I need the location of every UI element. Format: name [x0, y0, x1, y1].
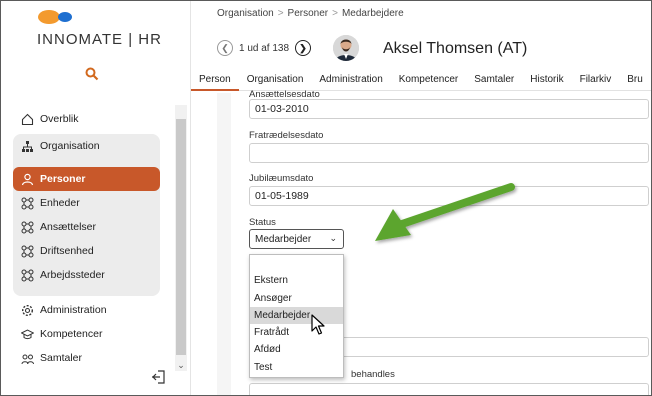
status-option[interactable]: Fratrådt	[250, 324, 343, 341]
jubilaeumsdato-label: Jubilæumsdato	[249, 173, 314, 184]
next-record-button[interactable]: ❯	[295, 40, 312, 56]
logo-mark-icon	[38, 10, 72, 24]
sidebar: INNOMATE | HR Overblik Organisation Pers…	[1, 1, 191, 395]
scrollbar-thumb[interactable]	[176, 119, 186, 355]
sidebar-item-label: Enheder	[40, 197, 80, 209]
status-select-value: Medarbejder	[255, 234, 312, 245]
nav-org-items: Personer Enheder Ansættelser Driftsenhed	[13, 167, 160, 287]
logo-text: INNOMATE | HR	[37, 31, 162, 48]
fratraedelsesdato-label: Fratrædelsesdato	[249, 130, 324, 141]
sidebar-item-label: Overblik	[40, 113, 79, 125]
status-option[interactable]	[250, 255, 343, 272]
nodes-icon	[20, 268, 34, 282]
status-option[interactable]: Ansøger	[250, 290, 343, 307]
status-dropdown: Ekstern Ansøger Medarbejder Fratrådt Afd…	[249, 254, 344, 378]
nodes-icon	[20, 196, 34, 210]
nav-bottom: Administration Kompetencer Samtaler	[13, 298, 173, 370]
sidebar-item-label: Ansættelser	[40, 221, 97, 233]
people-chat-icon	[20, 351, 34, 365]
sidebar-item-personer[interactable]: Personer	[13, 167, 160, 191]
sidebar-item-label: Arbejdssteder	[40, 269, 105, 281]
behandles-label-fragment: behandles	[351, 369, 395, 380]
person-icon	[20, 172, 34, 186]
chevron-down-icon[interactable]: ⌄	[176, 359, 186, 371]
breadcrumb-item[interactable]: Personer	[288, 8, 329, 19]
nodes-icon	[20, 244, 34, 258]
ansaettelsesdato-field[interactable]: 01-03-2010	[249, 99, 649, 119]
sidebar-item-administration[interactable]: Administration	[13, 298, 173, 322]
sidebar-item-kompetencer[interactable]: Kompetencer	[13, 322, 173, 346]
tab-filarkiv[interactable]: Filarkiv	[572, 69, 620, 91]
bottom-field[interactable]	[249, 383, 649, 395]
sidebar-item-arbejdssteder[interactable]: Arbejdssteder	[13, 263, 160, 287]
sidebar-item-label: Personer	[40, 173, 86, 185]
sidebar-item-ansaettelser[interactable]: Ansættelser	[13, 215, 160, 239]
person-name: Aksel Thomsen (AT)	[383, 40, 528, 57]
tab-person[interactable]: Person	[191, 69, 239, 91]
status-option[interactable]: Ekstern	[250, 272, 343, 289]
sidebar-item-enheder[interactable]: Enheder	[13, 191, 160, 215]
breadcrumb-item: Medarbejdere	[341, 8, 404, 19]
sidebar-item-label: Kompetencer	[40, 328, 103, 340]
sidebar-scrollbar[interactable]: ⌄	[175, 105, 187, 371]
breadcrumb-item[interactable]: Organisation	[217, 8, 274, 19]
mouse-cursor-icon	[311, 314, 325, 335]
tab-bar: Person Organisation Administration Kompe…	[191, 69, 651, 91]
nav-top: Overblik	[13, 107, 173, 131]
org-chart-icon	[20, 139, 34, 153]
status-option[interactable]: Afdød	[250, 341, 343, 358]
sidebar-item-label: Samtaler	[40, 352, 83, 364]
record-pager: ❮ 1 ud af 138 ❯	[217, 40, 312, 56]
status-label: Status	[249, 217, 276, 228]
tab-samtaler[interactable]: Samtaler	[466, 69, 522, 91]
sidebar-item-driftsenhed[interactable]: Driftsenhed	[13, 239, 160, 263]
tab-organisation[interactable]: Organisation	[239, 69, 312, 91]
chevron-right-icon: >	[277, 8, 284, 19]
sidebar-item-overblik[interactable]: Overblik	[13, 107, 173, 131]
graduation-cap-icon	[20, 327, 34, 341]
sidebar-item-label: Organisation	[40, 140, 100, 152]
previous-record-button[interactable]: ❮	[217, 40, 233, 56]
annotation-arrow-icon	[375, 183, 515, 241]
sidebar-item-samtaler[interactable]: Samtaler	[13, 346, 173, 370]
app-window: INNOMATE | HR Overblik Organisation Pers…	[0, 0, 652, 396]
nodes-icon	[20, 220, 34, 234]
sidebar-item-organisation[interactable]: Organisation	[13, 134, 173, 158]
logout-icon[interactable]	[151, 369, 167, 385]
gear-icon	[20, 303, 34, 317]
breadcrumb: Organisation > Personer > Medarbejdere	[217, 8, 404, 19]
avatar	[333, 35, 359, 61]
status-select[interactable]: Medarbejder ⌄	[249, 229, 344, 249]
fratraedelsesdato-field[interactable]	[249, 143, 649, 163]
sidebar-item-label: Administration	[40, 304, 107, 316]
chevron-right-icon: >	[332, 8, 338, 19]
search-icon[interactable]	[85, 67, 99, 81]
status-option[interactable]: Test	[250, 359, 343, 376]
tab-kompetencer[interactable]: Kompetencer	[391, 69, 466, 91]
sidebar-item-label: Driftsenhed	[40, 245, 94, 257]
tab-historik[interactable]: Historik	[522, 69, 571, 91]
nav-organisation: Organisation	[13, 134, 173, 158]
tab-bru[interactable]: Bru	[619, 69, 651, 91]
status-option-selected[interactable]: Medarbejder	[250, 306, 343, 325]
home-icon	[20, 112, 34, 126]
pager-text: 1 ud af 138	[239, 42, 290, 54]
tab-administration[interactable]: Administration	[311, 69, 390, 91]
chevron-down-icon: ⌄	[329, 233, 337, 243]
